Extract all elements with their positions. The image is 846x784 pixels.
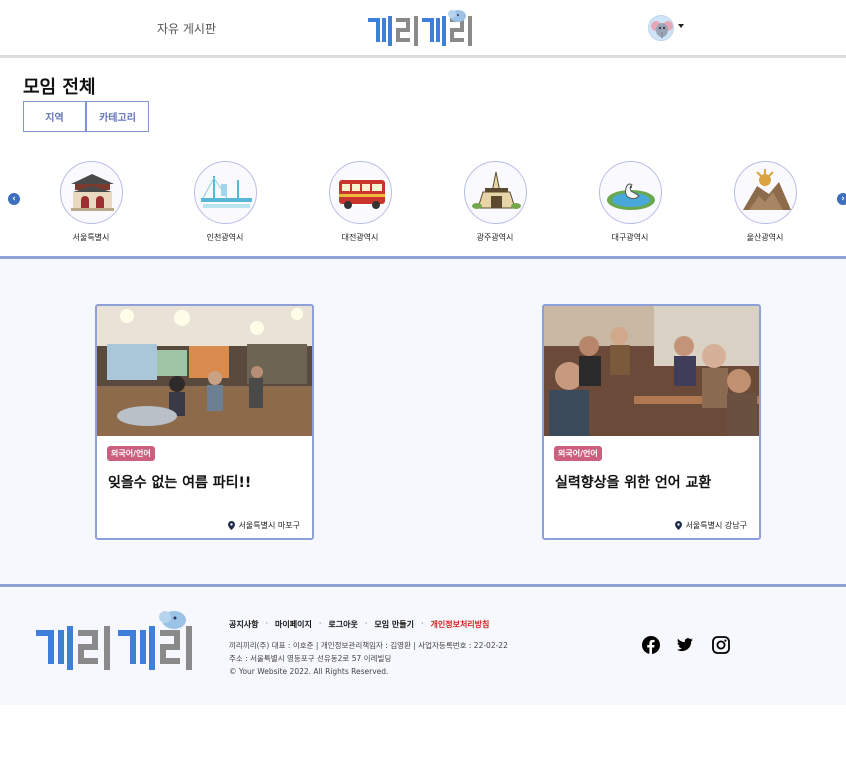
region-label: 대구광역시: [611, 233, 649, 242]
footer-links: 공지사항 · 마이페이지 · 로그아웃 · 모임 만들기 · 개인정보처리방침: [229, 619, 489, 630]
separator: ·: [318, 619, 322, 628]
region-label: 대전광역시: [341, 233, 379, 242]
region-item-ulsan[interactable]: 울산광역시: [720, 161, 810, 243]
whale-rock-icon: [733, 161, 797, 224]
bridge-icon: [193, 161, 257, 224]
footer-link-mypage[interactable]: 마이페이지: [275, 619, 312, 630]
meetup-location: 서울특별시 강남구: [674, 520, 747, 531]
location-text: 서울특별시 강남구: [685, 521, 747, 530]
profile-avatar[interactable]: [648, 15, 674, 41]
map-pin-icon: [227, 521, 235, 530]
region-item-gwangju[interactable]: 광주광역시: [450, 161, 540, 243]
region-label: 광주광역시: [476, 233, 514, 242]
separator: ·: [265, 619, 268, 628]
filter-category-button[interactable]: 카테고리: [86, 101, 149, 132]
instagram-icon[interactable]: [712, 636, 730, 654]
region-item-daejeon[interactable]: 대전광역시: [315, 161, 405, 243]
filter-region-button[interactable]: 지역: [23, 101, 86, 132]
facebook-icon[interactable]: [642, 636, 660, 654]
chevron-right-icon[interactable]: ›: [837, 193, 846, 205]
twitter-icon[interactable]: [676, 636, 694, 654]
site-footer: 공지사항 · 마이페이지 · 로그아웃 · 모임 만들기 · 개인정보처리방침 …: [0, 588, 846, 705]
location-text: 서울특별시 마포구: [238, 521, 300, 530]
section-divider: [0, 584, 846, 587]
region-carousel: ‹ 서울특별시 인천광역시 대전광역시 광주광역시 대구광역시 울산광역시 ›: [0, 150, 846, 255]
region-item-seoul[interactable]: 서울특별시: [46, 161, 136, 243]
site-header: 자유 게시판: [0, 0, 846, 58]
site-logo[interactable]: [366, 8, 478, 50]
separator: ·: [364, 619, 368, 628]
region-label: 인천광역시: [206, 233, 244, 242]
meetup-photo: [97, 306, 312, 436]
chevron-down-icon[interactable]: [678, 24, 684, 28]
meetup-title: 잊을수 없는 여름 파티!!: [108, 475, 252, 491]
map-pin-icon: [674, 521, 682, 530]
region-label: 서울특별시: [72, 233, 110, 242]
meetup-photo: [544, 306, 759, 436]
footer-logo[interactable]: [34, 608, 202, 676]
separator: ·: [420, 619, 424, 628]
category-tag: 외국어/언어: [107, 446, 155, 461]
meetup-card[interactable]: 외국어/언어 실력향상을 위한 언어 교환 서울특별시 강남구: [542, 304, 761, 540]
bus-icon: [328, 161, 392, 224]
chevron-left-icon[interactable]: ‹: [8, 193, 20, 205]
region-item-incheon[interactable]: 인천광역시: [180, 161, 270, 243]
footer-link-logout[interactable]: 로그아웃: [328, 619, 357, 630]
copyright: © Your Website 2022. All Rights Reserved…: [229, 667, 389, 676]
monument-icon: [463, 161, 527, 224]
footer-link-create-meetup[interactable]: 모임 만들기: [374, 619, 414, 630]
company-address: 주소 : 서울특별시 영등포구 선유동2로 57 이레빌딩: [229, 654, 392, 663]
region-item-daegu[interactable]: 대구광역시: [585, 161, 675, 243]
company-info: 끼리끼리(주) 대표 : 이호준 | 개인정보관리책임자 : 김영환 | 사업자…: [229, 639, 508, 678]
free-board-link[interactable]: 자유 게시판: [157, 20, 216, 37]
page-title: 모임 전체: [23, 77, 96, 98]
footer-link-privacy[interactable]: 개인정보처리방침: [431, 619, 490, 630]
meetup-location: 서울특별시 마포구: [227, 520, 300, 531]
category-tag: 외국어/언어: [554, 446, 602, 461]
meetup-list: 외국어/언어 잊을수 없는 여름 파티!! 서울특별시 마포구 외국어/언어 실…: [0, 259, 846, 585]
lake-bird-icon: [598, 161, 662, 224]
palace-gate-icon: [59, 161, 123, 224]
meetup-card[interactable]: 외국어/언어 잊을수 없는 여름 파티!! 서울특별시 마포구: [95, 304, 314, 540]
meetup-title: 실력향상을 위한 언어 교환: [555, 475, 712, 491]
footer-link-notice[interactable]: 공지사항: [229, 619, 258, 630]
company-info-line: 끼리끼리(주) 대표 : 이호준 | 개인정보관리책임자 : 김영환 | 사업자…: [229, 641, 508, 650]
region-label: 울산광역시: [746, 233, 784, 242]
